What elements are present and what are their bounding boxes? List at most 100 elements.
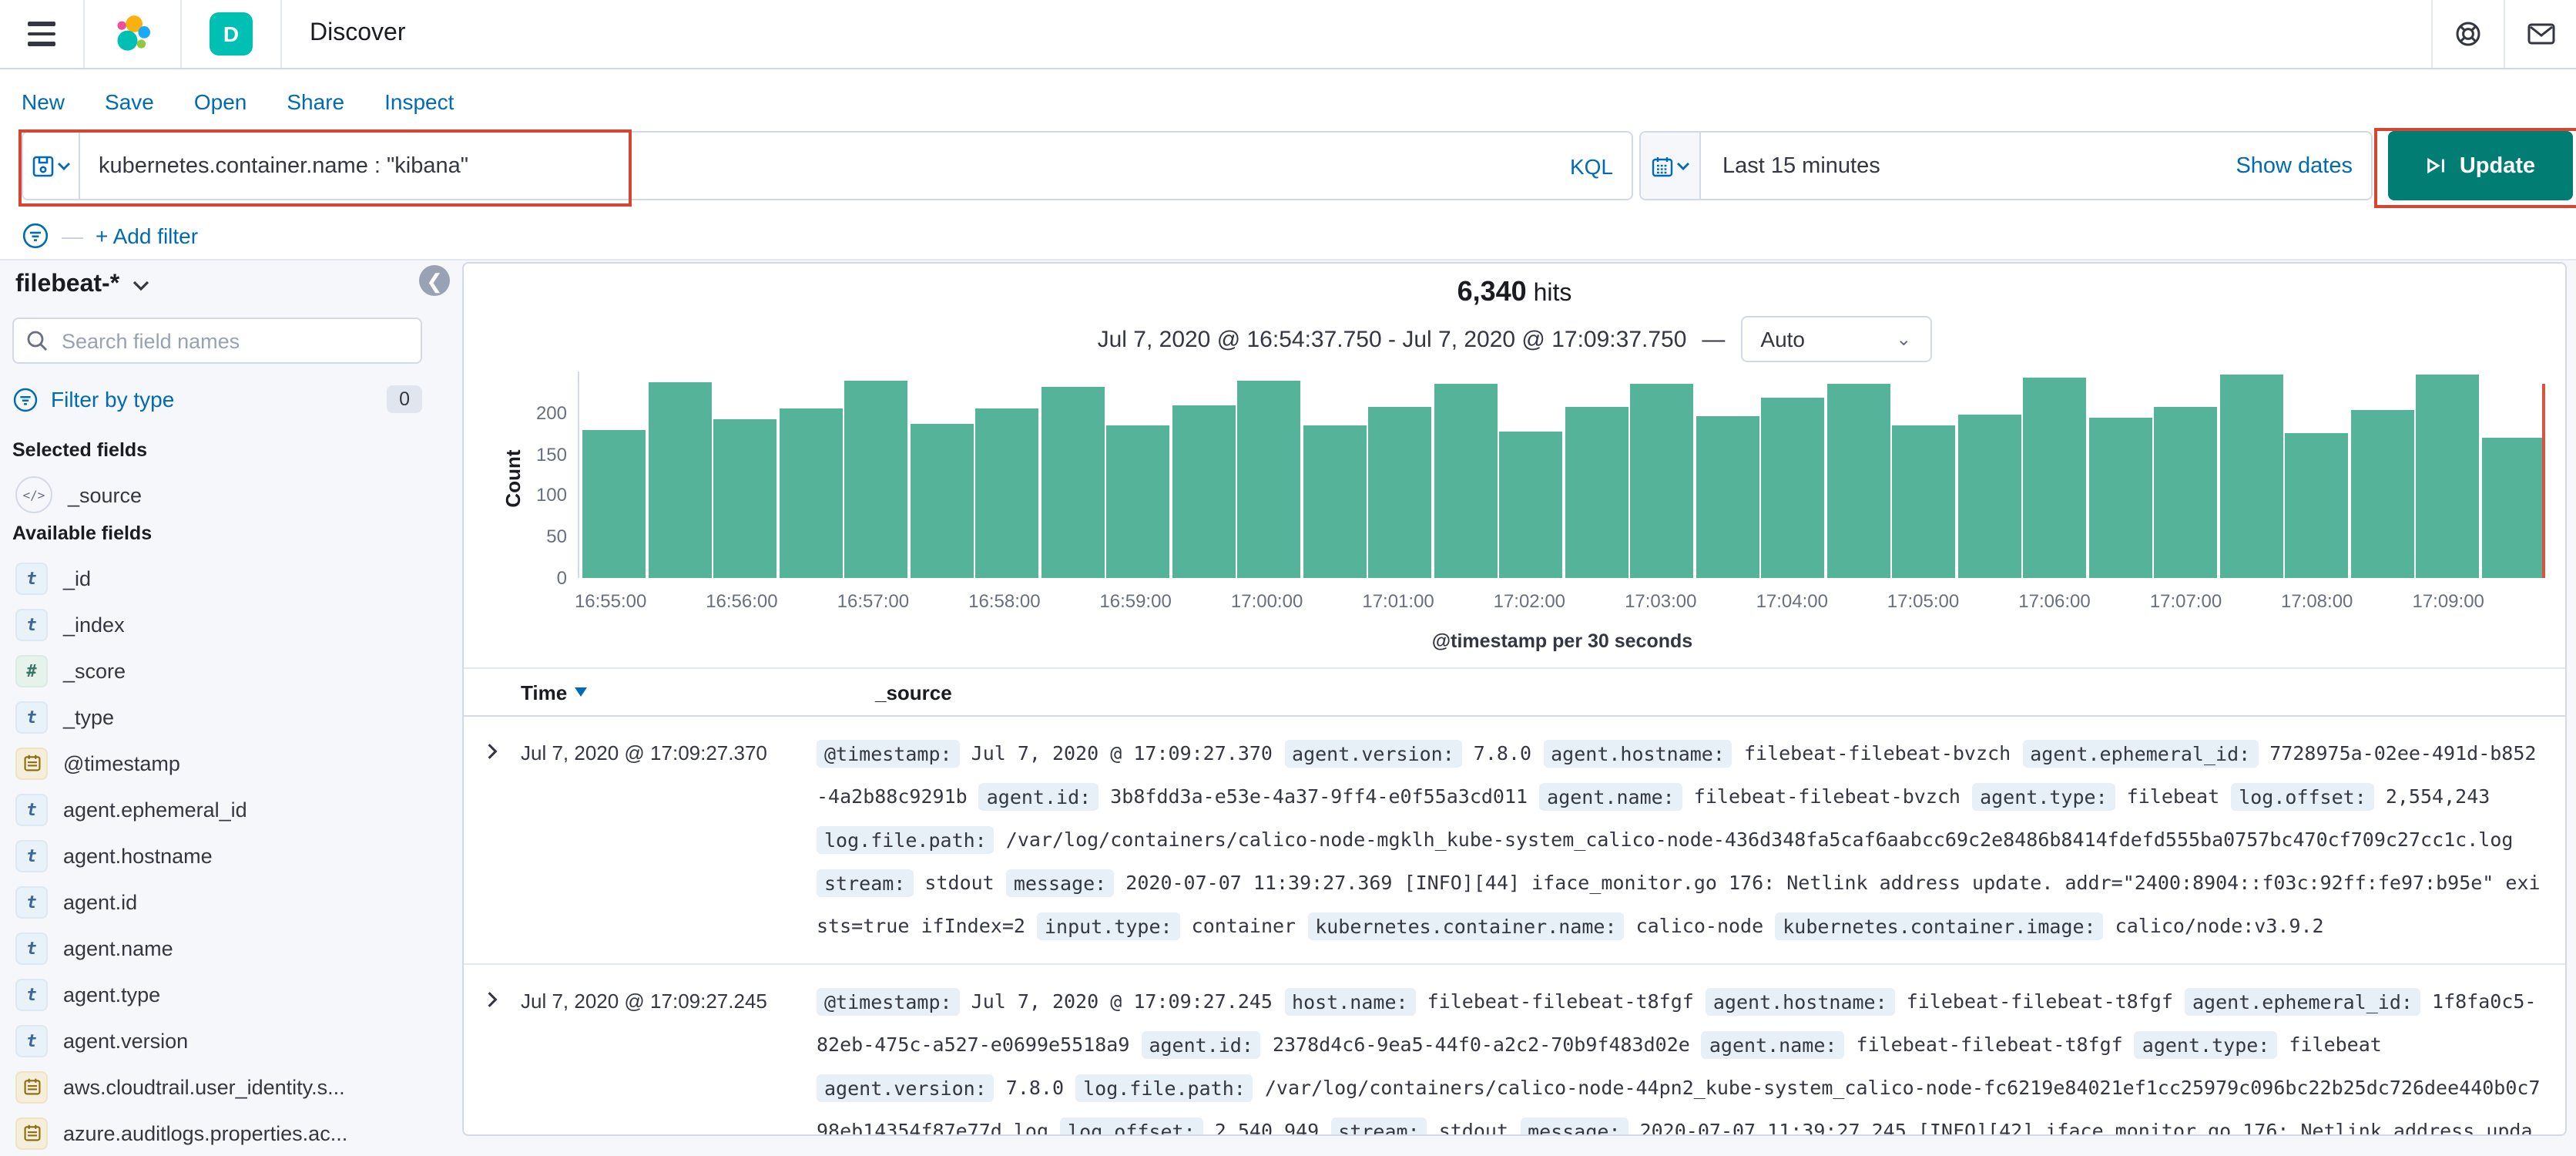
histogram-bar-17:02:00[interactable] — [1499, 431, 1563, 578]
histogram-bar-16:55:00[interactable] — [582, 429, 646, 578]
elastic-logo[interactable] — [85, 0, 180, 68]
field-item-agent.name[interactable]: t agent.name — [12, 925, 434, 971]
histogram-bar-17:08:00[interactable] — [2285, 433, 2349, 578]
calendar-icon — [23, 754, 40, 771]
source-field-key: log.offset: — [1060, 1117, 1203, 1134]
discover-main-panel: 6,340 hits Jul 7, 2020 @ 16:54:37.750 - … — [462, 262, 2567, 1136]
field-item-agent.type[interactable]: t agent.type — [12, 971, 434, 1017]
field-item-_id[interactable]: t _id — [12, 555, 434, 601]
string-field-icon: t — [15, 885, 48, 918]
histogram-bar-17:08:30[interactable] — [2350, 409, 2414, 578]
update-button[interactable]: Update — [2388, 131, 2573, 200]
filter-by-type-button[interactable]: Filter by type — [51, 387, 174, 412]
discover-app-badge[interactable]: D — [210, 12, 253, 55]
histogram-bar-16:58:00[interactable] — [975, 408, 1039, 578]
histogram-bar-16:57:00[interactable] — [844, 380, 908, 578]
newsfeed-button[interactable] — [2505, 0, 2576, 68]
nav-open[interactable]: Open — [194, 89, 247, 114]
histogram-bar-17:01:00[interactable] — [1368, 406, 1432, 578]
field-name: _score — [63, 659, 126, 682]
menu-button[interactable] — [0, 0, 83, 68]
field-item-agent.ephemeral_id[interactable]: t agent.ephemeral_id — [12, 786, 434, 832]
field-search-box[interactable] — [12, 318, 422, 364]
query-bar: kubernetes.container.name : "kibana" KQL… — [22, 131, 2573, 200]
source-field-key: agent.hostname: — [1543, 739, 1732, 767]
histogram-bar-17:02:30[interactable] — [1565, 407, 1628, 578]
field-name: _index — [63, 613, 125, 636]
field-item-_index[interactable]: t _index — [12, 601, 434, 647]
histogram-bar-17:07:00[interactable] — [2154, 407, 2218, 578]
histogram-bar-16:56:30[interactable] — [779, 408, 843, 578]
field-name: _type — [63, 705, 115, 728]
histogram-bar-17:00:30[interactable] — [1303, 425, 1367, 578]
string-field-icon: t — [15, 562, 48, 594]
field-item-@timestamp[interactable]: @timestamp — [12, 740, 434, 786]
histogram-bar-16:56:00[interactable] — [713, 418, 777, 578]
histogram-bar-16:59:30[interactable] — [1172, 405, 1236, 578]
expand-row-button[interactable] — [464, 980, 521, 1134]
field-item-azure.auditlogs.properties.ac...[interactable]: azure.auditlogs.properties.ac... — [12, 1110, 434, 1156]
date-picker-button[interactable] — [1641, 133, 1701, 199]
filter-icon[interactable] — [22, 222, 49, 250]
source-field-key: kubernetes.container.name: — [1307, 912, 1625, 939]
nav-save[interactable]: Save — [105, 89, 154, 114]
histogram-bar-17:09:00[interactable] — [2416, 374, 2480, 578]
field-item-agent.hostname[interactable]: t agent.hostname — [12, 832, 434, 879]
show-dates-button[interactable]: Show dates — [2217, 153, 2371, 178]
source-field-key: stream: — [817, 869, 914, 896]
interval-select[interactable]: Auto ⌄ — [1740, 316, 1932, 362]
time-range-value[interactable]: Last 15 minutes — [1701, 153, 1902, 178]
histogram-bar-17:04:30[interactable] — [1826, 384, 1890, 578]
index-pattern-switcher[interactable]: filebeat-* — [15, 271, 149, 299]
field-item-_type[interactable]: t _type — [12, 694, 434, 740]
histogram-bar-17:03:30[interactable] — [1696, 415, 1759, 578]
source-field-key: agent.name: — [1701, 1030, 1845, 1058]
sort-desc-icon[interactable] — [575, 687, 588, 697]
histogram-bar-16:58:30[interactable] — [1041, 386, 1105, 578]
field-item-agent.id[interactable]: t agent.id — [12, 879, 434, 925]
histogram-bar-17:03:00[interactable] — [1630, 384, 1694, 578]
field-item-aws.cloudtrail.user_identity.s...[interactable]: aws.cloudtrail.user_identity.s... — [12, 1064, 434, 1110]
collapse-sidebar-button[interactable]: ❮ — [419, 265, 450, 296]
page-title: Discover — [310, 20, 406, 46]
nav-share[interactable]: Share — [287, 89, 344, 114]
source-field-key: agent.hostname: — [1705, 987, 1895, 1015]
histogram-bar-17:07:30[interactable] — [2219, 375, 2283, 578]
field-item-_source[interactable]: </> _source — [12, 472, 434, 518]
histogram-bar-16:59:00[interactable] — [1106, 425, 1170, 578]
field-item-_score[interactable]: # _score — [12, 647, 434, 694]
time-column-header[interactable]: Time — [464, 680, 817, 704]
string-field-icon: t — [15, 978, 48, 1010]
field-item-agent.version[interactable]: t agent.version — [12, 1017, 434, 1064]
query-language-button[interactable]: KQL — [1551, 133, 1632, 199]
app-badge[interactable]: D — [182, 0, 280, 68]
chevron-down-icon — [1676, 162, 1689, 170]
histogram-bar-17:05:00[interactable] — [1892, 425, 1956, 578]
histogram-bar-17:09:30[interactable] — [2481, 437, 2545, 578]
histogram-bar-16:55:30[interactable] — [648, 382, 712, 578]
date-field-icon — [15, 1117, 48, 1149]
histogram-bar-17:05:30[interactable] — [1957, 414, 2021, 578]
histogram-bar-17:06:00[interactable] — [2023, 378, 2087, 578]
histogram-bar-17:00:00[interactable] — [1237, 380, 1301, 578]
nav-inspect[interactable]: Inspect — [384, 89, 454, 114]
add-filter-button[interactable]: + Add filter — [96, 223, 198, 248]
query-input[interactable]: kubernetes.container.name : "kibana" — [80, 133, 1551, 199]
expand-row-button[interactable] — [464, 732, 521, 948]
y-axis-tick-0: 0 — [556, 567, 567, 589]
help-button[interactable] — [2433, 0, 2504, 68]
histogram-bar-16:57:30[interactable] — [910, 424, 974, 578]
table-row: Jul 7, 2020 @ 17:09:27.245 @timestamp: Ju… — [464, 965, 2565, 1134]
y-axis-tick-150: 150 — [535, 443, 567, 465]
calendar-icon — [1651, 156, 1672, 176]
field-search-input[interactable] — [59, 328, 408, 354]
source-field-icon: </> — [15, 476, 52, 513]
hamburger-icon[interactable] — [28, 22, 55, 46]
saved-query-menu-button[interactable] — [23, 133, 80, 199]
histogram-bar-17:04:00[interactable] — [1761, 397, 1825, 578]
histogram-bar-17:06:30[interactable] — [2088, 417, 2152, 578]
filter-icon — [13, 387, 38, 412]
refresh-icon — [2428, 157, 2445, 174]
histogram-bar-17:01:30[interactable] — [1434, 383, 1498, 578]
nav-new[interactable]: New — [22, 89, 65, 114]
